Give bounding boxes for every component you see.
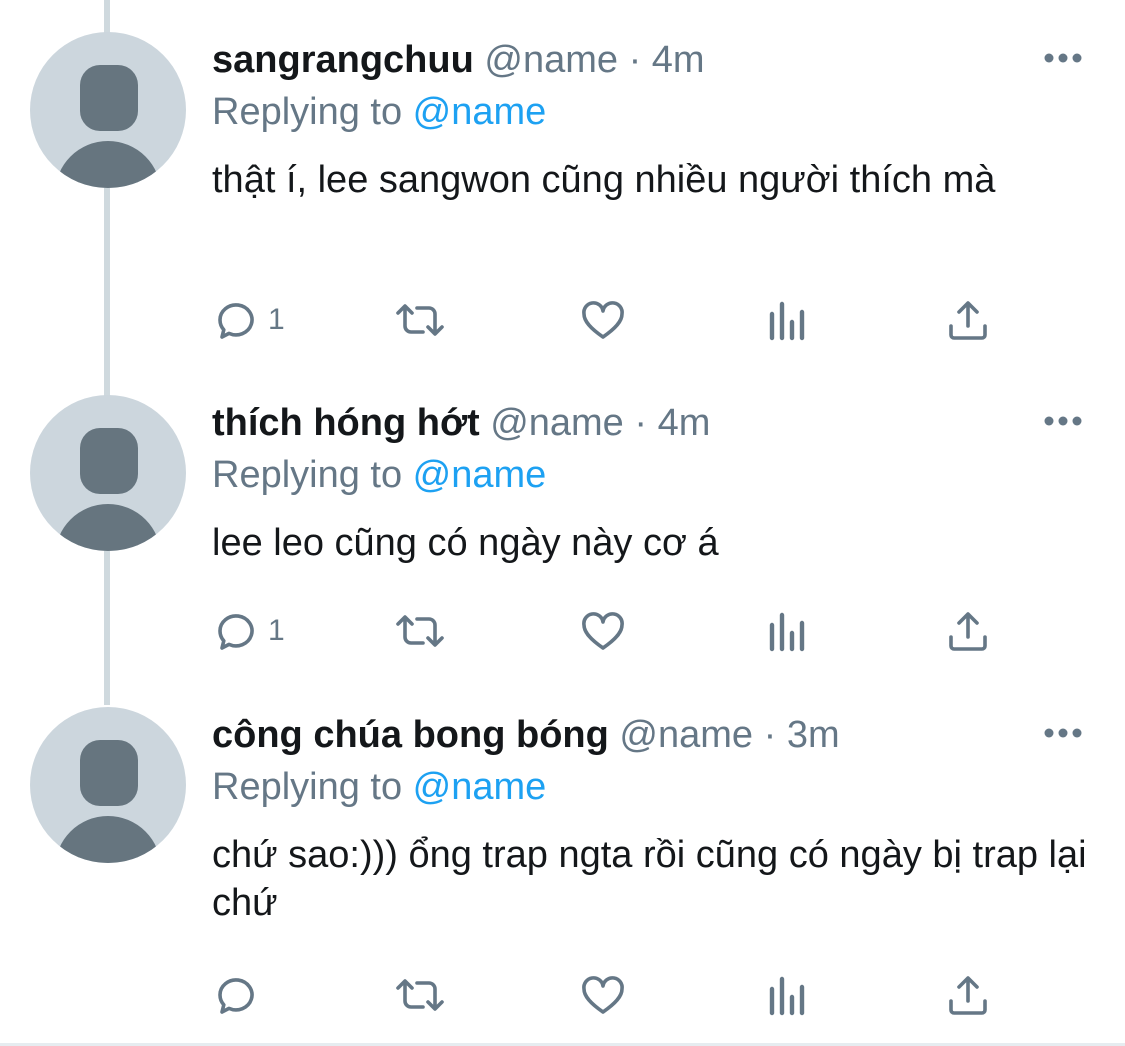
heart-icon	[582, 612, 624, 650]
analytics-icon	[769, 976, 805, 1016]
retweet-button[interactable]	[392, 606, 448, 656]
more-icon[interactable]	[1043, 413, 1083, 429]
avatar-body-shape	[55, 504, 161, 551]
reply-button[interactable]: 1	[212, 295, 285, 345]
share-icon	[949, 612, 987, 651]
mention-link[interactable]: @name	[413, 766, 547, 808]
tweet-2[interactable]: thích hóng hớt @name · 4m Replying to @n…	[0, 363, 1125, 683]
analytics-icon	[769, 301, 805, 341]
avatar-head-shape	[80, 428, 138, 494]
separator-dot: ·	[763, 714, 777, 756]
action-bar: 1	[212, 606, 1012, 656]
timestamp[interactable]: 3m	[787, 714, 840, 756]
tweet-text: lee leo cũng có ngày này cơ á	[212, 522, 719, 564]
share-button[interactable]	[944, 970, 992, 1020]
avatar-head-shape	[80, 65, 138, 131]
timestamp[interactable]: 4m	[658, 402, 711, 444]
analytics-button[interactable]	[764, 295, 808, 345]
user-handle[interactable]: @name	[490, 402, 624, 444]
replying-to-line: Replying to @name	[212, 90, 546, 134]
display-name[interactable]: sangrangchuu	[212, 39, 474, 81]
tweet-header: thích hóng hớt @name · 4m	[212, 401, 710, 445]
user-handle[interactable]: @name	[484, 39, 618, 81]
share-icon	[949, 976, 987, 1015]
mention-link[interactable]: @name	[413, 91, 547, 133]
retweet-button[interactable]	[392, 970, 448, 1020]
share-button[interactable]	[944, 606, 992, 656]
retweet-icon	[396, 304, 444, 336]
avatar[interactable]	[30, 32, 186, 188]
action-bar: 1	[212, 295, 1012, 345]
action-bar	[212, 970, 1012, 1020]
more-icon[interactable]	[1043, 50, 1083, 66]
tweet-header: công chúa bong bóng @name · 3m	[212, 713, 840, 757]
separator-dot: ·	[628, 39, 642, 81]
replying-to-label: Replying to	[212, 766, 413, 808]
avatar-body-shape	[55, 141, 161, 188]
reply-icon	[218, 614, 254, 650]
analytics-icon	[769, 612, 805, 652]
analytics-button[interactable]	[764, 970, 808, 1020]
display-name[interactable]: công chúa bong bóng	[212, 714, 609, 756]
reply-button[interactable]: 1	[212, 606, 285, 656]
reply-count: 1	[268, 303, 285, 336]
share-icon	[949, 301, 987, 340]
user-handle[interactable]: @name	[619, 714, 753, 756]
replying-to-label: Replying to	[212, 91, 413, 133]
replying-to-line: Replying to @name	[212, 453, 546, 497]
avatar[interactable]	[30, 395, 186, 551]
reply-count: 1	[268, 614, 285, 647]
avatar-body-shape	[55, 816, 161, 863]
tweet-3[interactable]: công chúa bong bóng @name · 3m Replying …	[0, 675, 1125, 1043]
retweet-icon	[396, 979, 444, 1011]
replying-to-label: Replying to	[212, 454, 413, 496]
reply-icon	[218, 978, 254, 1014]
like-button[interactable]	[578, 295, 628, 345]
share-button[interactable]	[944, 295, 992, 345]
tweet-text: thật í, lee sangwon cũng nhiều người thí…	[212, 159, 996, 201]
timestamp[interactable]: 4m	[652, 39, 705, 81]
reply-button[interactable]	[212, 970, 268, 1020]
retweet-button[interactable]	[392, 295, 448, 345]
separator-dot: ·	[634, 402, 648, 444]
tweet-header: sangrangchuu @name · 4m	[212, 38, 705, 82]
like-button[interactable]	[578, 606, 628, 656]
replying-to-line: Replying to @name	[212, 765, 546, 809]
avatar-head-shape	[80, 740, 138, 806]
more-icon[interactable]	[1043, 725, 1083, 741]
like-button[interactable]	[578, 970, 628, 1020]
avatar[interactable]	[30, 707, 186, 863]
reply-icon	[218, 303, 254, 339]
analytics-button[interactable]	[764, 606, 808, 656]
mention-link[interactable]: @name	[413, 454, 547, 496]
heart-icon	[582, 976, 624, 1014]
retweet-icon	[396, 615, 444, 647]
display-name[interactable]: thích hóng hớt	[212, 402, 480, 444]
tweet-text: chứ sao:))) ổng trap ngta rồi cũng có ng…	[212, 834, 1087, 924]
heart-icon	[582, 301, 624, 339]
tweet-1[interactable]: sangrangchuu @name · 4m Replying to @nam…	[0, 0, 1125, 360]
